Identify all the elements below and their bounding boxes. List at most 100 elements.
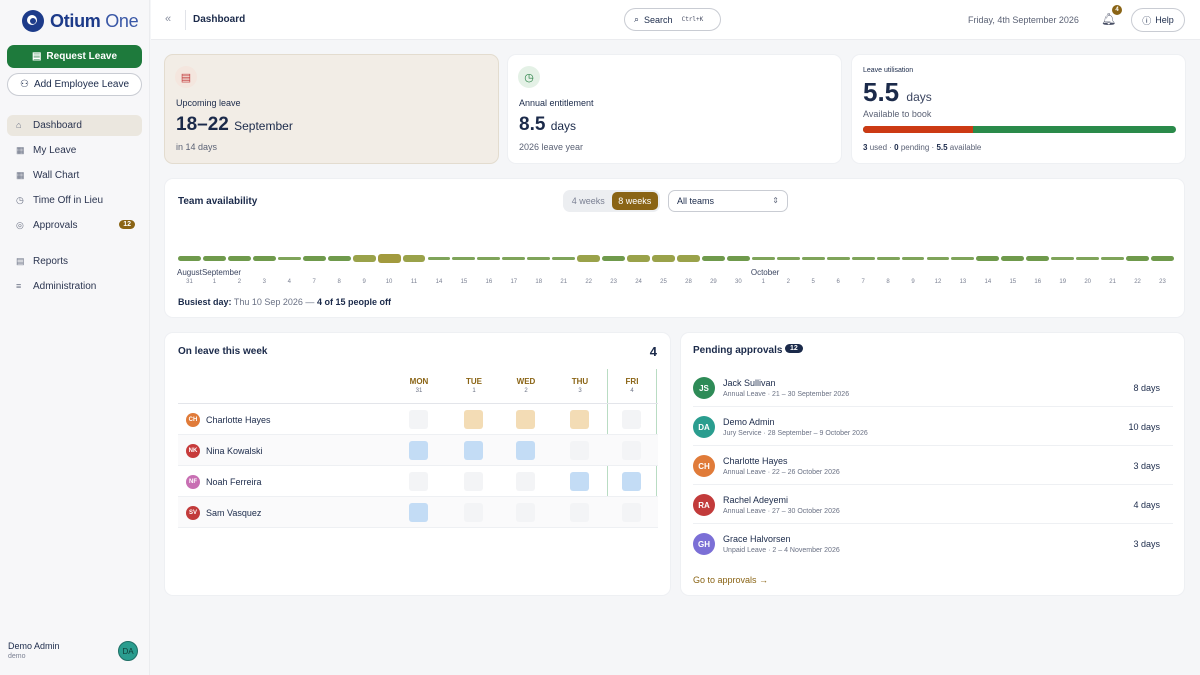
- heatmap-bar[interactable]: [751, 256, 775, 260]
- heatmap-bar[interactable]: [527, 256, 551, 260]
- search-button[interactable]: ⌕ Search Ctrl+K: [624, 8, 721, 31]
- leave-cell[interactable]: [409, 441, 428, 460]
- collapse-sidebar-icon[interactable]: «: [165, 13, 171, 25]
- heatmap-bar[interactable]: [452, 256, 476, 260]
- heatmap-bar[interactable]: [801, 256, 825, 260]
- table-row[interactable]: NF Noah Ferreira: [178, 466, 658, 497]
- add-employee-leave-button[interactable]: ⚇ Add Employee Leave: [7, 73, 142, 96]
- leave-cell[interactable]: [570, 441, 589, 460]
- avatar[interactable]: DA: [118, 641, 138, 661]
- heatmap-bar[interactable]: [1026, 255, 1050, 261]
- heatmap-bar[interactable]: [701, 255, 725, 261]
- heatmap-bar[interactable]: [352, 254, 376, 262]
- heatmap-bar[interactable]: [377, 253, 401, 263]
- heatmap-bar[interactable]: [227, 255, 251, 261]
- heatmap-bar[interactable]: [252, 255, 276, 261]
- heatmap-bar[interactable]: [776, 256, 800, 260]
- sidebar-item-reports[interactable]: ▤ Reports: [7, 251, 142, 272]
- sidebar: Otium One ▤ Request Leave ⚇ Add Employee…: [0, 0, 150, 675]
- heatmap-bar[interactable]: [726, 255, 750, 261]
- go-to-approvals-link[interactable]: Go to approvals →: [693, 575, 768, 585]
- heatmap-bar[interactable]: [627, 254, 651, 262]
- leave-cell[interactable]: [516, 441, 535, 460]
- table-row[interactable]: CH Charlotte Hayes: [178, 404, 658, 435]
- sidebar-item-time-off-in-lieu[interactable]: ◷ Time Off in Lieu: [7, 190, 142, 211]
- day-label: 14: [984, 279, 992, 285]
- sidebar-item-my-leave[interactable]: ▦ My Leave: [7, 140, 142, 161]
- leave-cell[interactable]: [516, 503, 535, 522]
- heatmap-bar[interactable]: [901, 256, 925, 260]
- heatmap-bar[interactable]: [202, 255, 226, 261]
- heatmap-bar[interactable]: [926, 256, 950, 260]
- heatmap-bar[interactable]: [502, 256, 526, 260]
- leave-cell[interactable]: [464, 503, 483, 522]
- table-row[interactable]: NK Nina Kowalski: [178, 435, 658, 466]
- heatmap-bar[interactable]: [302, 255, 326, 261]
- toggle-4-weeks[interactable]: 4 weeks: [565, 192, 612, 210]
- table-row[interactable]: SV Sam Vasquez: [178, 497, 658, 528]
- toggle-8-weeks[interactable]: 8 weeks: [611, 192, 658, 210]
- home-icon: ⌂: [16, 120, 22, 130]
- leave-cell[interactable]: [409, 472, 428, 491]
- sidebar-item-wall-chart[interactable]: ▦ Wall Chart: [7, 165, 142, 186]
- leave-cell[interactable]: [622, 410, 641, 429]
- leave-cell[interactable]: [516, 410, 535, 429]
- leave-cell[interactable]: [464, 410, 483, 429]
- leave-cell[interactable]: [464, 472, 483, 491]
- heatmap-bar[interactable]: [1101, 256, 1125, 260]
- heatmap-bar[interactable]: [402, 254, 426, 262]
- leave-cell[interactable]: [622, 472, 641, 491]
- heatmap-bar[interactable]: [178, 255, 201, 261]
- leave-cell[interactable]: [570, 410, 589, 429]
- heatmap-bar[interactable]: [1126, 255, 1150, 261]
- upcoming-leave-card[interactable]: ▤ Upcoming leave 18–22 September in 14 d…: [164, 54, 499, 164]
- heatmap-bar[interactable]: [826, 256, 850, 260]
- heatmap-bar[interactable]: [327, 255, 351, 261]
- heatmap-bar[interactable]: [951, 256, 975, 260]
- help-button[interactable]: ⓘ Help: [1131, 8, 1185, 32]
- list-item[interactable]: RA Rachel Adeyemi Annual Leave · 27 – 30 O…: [693, 485, 1173, 524]
- heatmap-bar[interactable]: [277, 256, 301, 260]
- list-item[interactable]: GH Grace Halvorsen Unpaid Leave · 2 – 4 No…: [693, 524, 1173, 563]
- list-item[interactable]: JS Jack Sullivan Annual Leave · 21 – 30 Se…: [693, 368, 1173, 407]
- day-label: 30: [735, 279, 742, 285]
- heatmap-bar[interactable]: [1076, 256, 1100, 260]
- heatmap-bar[interactable]: [1051, 256, 1075, 260]
- approver-name: Grace Halvorsen: [723, 534, 791, 544]
- heatmap-bar[interactable]: [602, 255, 626, 261]
- list-item[interactable]: CH Charlotte Hayes Annual Leave · 22 – 26 …: [693, 446, 1173, 485]
- heatmap-bar[interactable]: [477, 256, 501, 260]
- heatmap-bar[interactable]: [1001, 255, 1025, 261]
- day-label: 1: [212, 279, 217, 285]
- heatmap-bar[interactable]: [876, 256, 900, 260]
- heatmap-bar[interactable]: [1151, 255, 1174, 261]
- divider: [185, 10, 186, 30]
- logo-mark-icon: [22, 10, 44, 32]
- heatmap-bar[interactable]: [552, 256, 576, 260]
- heatmap-bar[interactable]: [976, 255, 1000, 261]
- leave-cell[interactable]: [622, 503, 641, 522]
- bell-icon[interactable]: 🔔︎: [1101, 12, 1116, 26]
- logo[interactable]: Otium One: [22, 10, 139, 32]
- heatmap-bar[interactable]: [851, 256, 875, 260]
- sidebar-item-dashboard[interactable]: ⌂ Dashboard: [7, 115, 142, 136]
- heatmap-bar[interactable]: [652, 254, 675, 262]
- leave-cell[interactable]: [570, 472, 589, 491]
- sidebar-item-approvals[interactable]: ◎ Approvals 12: [7, 215, 142, 236]
- list-item[interactable]: DA Demo Admin Jury Service · 28 September …: [693, 407, 1173, 446]
- approvals-badge: 12: [119, 220, 135, 229]
- annual-value: 8.5 days: [519, 114, 577, 135]
- leave-cell[interactable]: [409, 410, 428, 429]
- heatmap-bar[interactable]: [677, 254, 700, 262]
- heatmap-bar[interactable]: [427, 256, 451, 260]
- leave-cell[interactable]: [464, 441, 483, 460]
- request-leave-button[interactable]: ▤ Request Leave: [7, 45, 142, 68]
- leave-cell[interactable]: [622, 441, 641, 460]
- leave-cell[interactable]: [516, 472, 535, 491]
- leave-cell[interactable]: [570, 503, 589, 522]
- sidebar-item-administration[interactable]: ≡ Administration: [7, 276, 142, 297]
- leave-cell[interactable]: [409, 503, 428, 522]
- avatar: NK: [186, 444, 200, 458]
- heatmap-bar[interactable]: [577, 254, 601, 262]
- team-filter-select[interactable]: All teams ⇕: [668, 190, 788, 212]
